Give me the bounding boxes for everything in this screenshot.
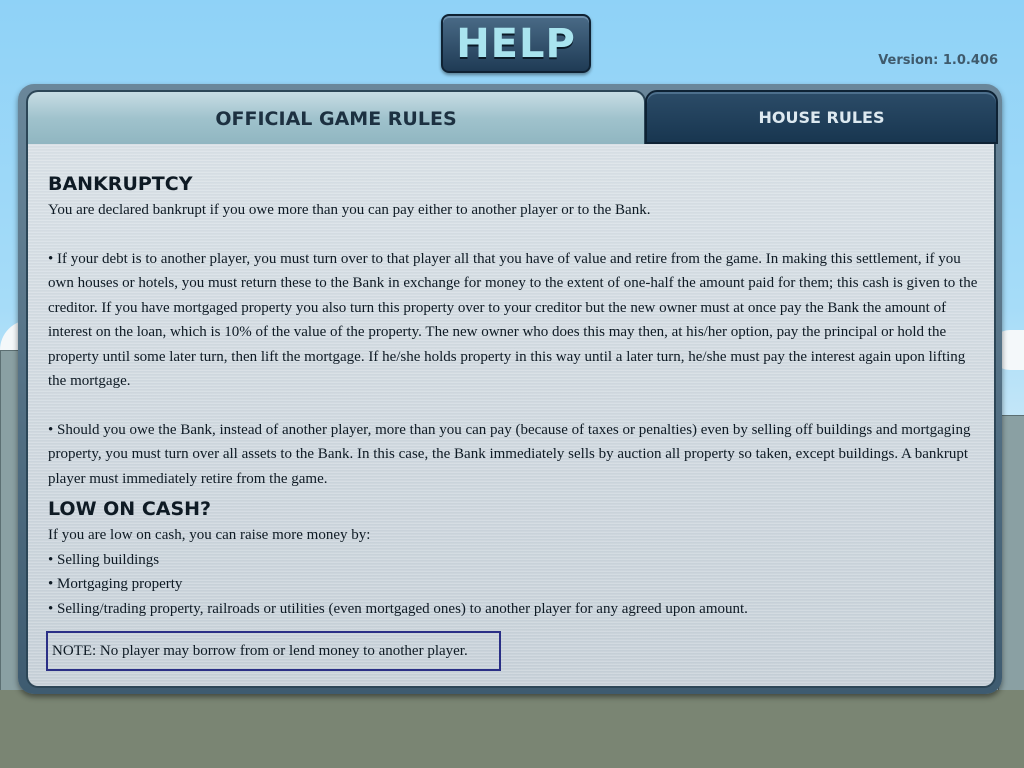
tab-house-rules[interactable]: HOUSE RULES xyxy=(645,90,998,144)
help-title-banner: HELP xyxy=(441,14,591,73)
low-cash-intro: If you are low on cash, you can raise mo… xyxy=(48,527,371,543)
list-item: • Mortgaging property xyxy=(48,576,183,592)
bankruptcy-bullet-player: • If your debt is to another player, you… xyxy=(48,250,978,390)
section-heading-bankruptcy: BANKRUPTCY xyxy=(48,173,193,195)
tab-official-label: OFFICIAL GAME RULES xyxy=(215,108,457,130)
section-heading-low-on-cash: LOW ON CASH? xyxy=(48,498,212,520)
bankruptcy-intro: You are declared bankrupt if you owe mor… xyxy=(48,202,651,218)
background-ground xyxy=(0,690,1024,768)
version-label: Version: 1.0.406 xyxy=(878,53,998,68)
page-title: HELP xyxy=(456,20,576,67)
list-item: • Selling buildings xyxy=(48,551,160,568)
rules-text: BANKRUPTCY You are declared bankrupt if … xyxy=(48,170,978,621)
tab-official-game-rules[interactable]: OFFICIAL GAME RULES xyxy=(26,90,646,146)
list-item: • Selling/trading property, railroads or… xyxy=(48,600,748,617)
bankruptcy-bullet-bank: • Should you owe the Bank, instead of an… xyxy=(48,421,971,487)
tab-house-label: HOUSE RULES xyxy=(758,107,885,127)
note-box: NOTE: No player may borrow from or lend … xyxy=(46,631,501,671)
